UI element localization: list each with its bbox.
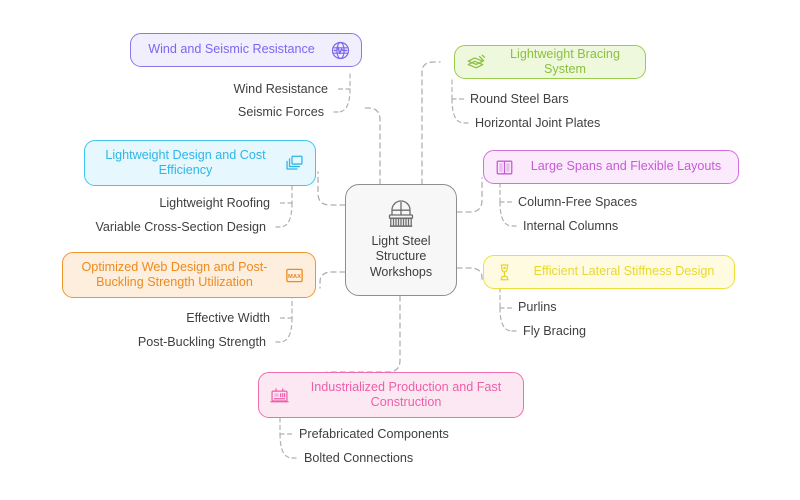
edge-center-to-spans xyxy=(456,177,483,213)
edge-center-to-design xyxy=(317,171,346,206)
layered-windows-icon xyxy=(286,155,303,170)
leaf-wind-resistance: Wind Resistance xyxy=(233,82,329,96)
max-badge-icon: MAX xyxy=(286,268,303,282)
edge-center-to-bracing xyxy=(421,61,441,185)
leaf-purlins: Purlins xyxy=(518,300,557,314)
branch-label-large-spans-and-flexible-layouts: Large Spans and Flexible Layouts xyxy=(530,159,722,174)
leaf-round-steel-bars: Round Steel Bars xyxy=(470,92,569,106)
mindmap-canvas: Light Steel Structure Workshops Wind and… xyxy=(0,0,800,500)
leaf-lightweight-roofing: Lightweight Roofing xyxy=(159,196,270,210)
leaf-bolted-connections: Bolted Connections xyxy=(304,451,414,465)
branch-node-industrialized-production-and-fast-construction[interactable]: Industrialized Production and Fast Const… xyxy=(258,372,524,418)
edge-stub-stiffness-b xyxy=(499,307,513,332)
branch-label-efficient-lateral-stiffness-design: Efficient Lateral Stiffness Design xyxy=(533,264,715,279)
branch-label-wind-and-seismic-resistance: Wind and Seismic Resistance xyxy=(148,42,315,57)
lamp-trophy-icon xyxy=(500,263,509,280)
factory-machine-icon xyxy=(270,387,289,402)
branch-label-industrialized-production-and-fast-construction: Industrialized Production and Fast Const… xyxy=(310,379,502,410)
edge-center-to-web xyxy=(319,271,346,289)
branch-node-lightweight-bracing-system[interactable]: Lightweight Bracing System xyxy=(454,45,646,79)
branch-node-optimized-web-design-and-post-buckling-strength-utilization[interactable]: MAX Optimized Web Design and Post- Buckl… xyxy=(62,252,316,298)
edge-stub-web-b xyxy=(279,317,293,343)
edge-stub-bracing-b xyxy=(451,98,465,124)
branch-node-efficient-lateral-stiffness-design[interactable]: Efficient Lateral Stiffness Design xyxy=(483,255,735,289)
stacked-plates-icon xyxy=(467,54,486,68)
globe-seismic-icon xyxy=(331,41,350,59)
edge-center-to-stiffness xyxy=(456,267,483,283)
leaf-effective-width: Effective Width xyxy=(186,311,270,325)
leaf-fly-bracing: Fly Bracing xyxy=(523,324,586,338)
edge-stub-wind-b xyxy=(337,88,351,113)
branch-label-optimized-web-design: Optimized Web Design and Post- Buckling … xyxy=(81,259,268,290)
branch-node-lightweight-design-and-cost-efficiency[interactable]: Lightweight Design and Cost Efficiency xyxy=(84,140,316,186)
two-columns-icon xyxy=(496,160,513,174)
leaf-prefabricated-components: Prefabricated Components xyxy=(299,427,449,441)
edge-stub-spans-b xyxy=(499,201,513,227)
edge-stub-industrialized-b xyxy=(279,433,293,459)
leaf-seismic-forces: Seismic Forces xyxy=(237,105,324,119)
center-node-label: Light Steel Structure Workshops xyxy=(369,233,433,279)
svg-text:MAX: MAX xyxy=(288,273,301,279)
leaf-horizontal-joint-plates: Horizontal Joint Plates xyxy=(475,116,601,130)
leaf-internal-columns: Internal Columns xyxy=(523,219,619,233)
branch-label-lightweight-design-and-cost-efficiency: Lightweight Design and Cost Efficiency xyxy=(105,147,266,178)
branch-node-large-spans-and-flexible-layouts[interactable]: Large Spans and Flexible Layouts xyxy=(483,150,739,184)
branch-node-wind-and-seismic-resistance[interactable]: Wind and Seismic Resistance xyxy=(130,33,362,67)
balcony-window-icon xyxy=(388,200,414,227)
edge-center-to-wind xyxy=(363,107,381,185)
center-node[interactable]: Light Steel Structure Workshops xyxy=(345,184,457,296)
leaf-column-free-spaces: Column-Free Spaces xyxy=(518,195,637,209)
branch-label-lightweight-bracing-system: Lightweight Bracing System xyxy=(510,46,620,77)
leaf-post-buckling-strength: Post-Buckling Strength xyxy=(137,335,266,349)
leaf-variable-cross-section-design: Variable Cross-Section Design xyxy=(95,220,266,234)
edge-stub-design-b xyxy=(279,202,293,228)
